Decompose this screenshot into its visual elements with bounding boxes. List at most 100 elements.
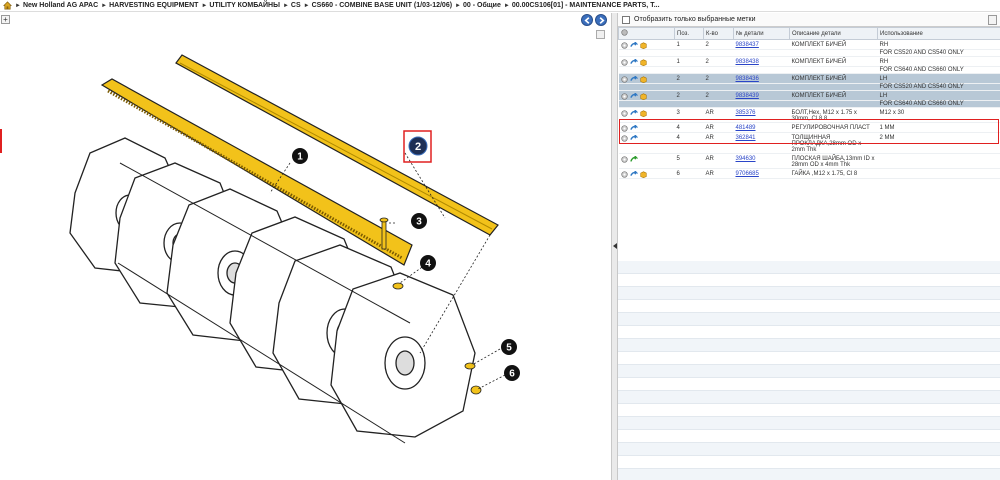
callout-6[interactable]: 6 bbox=[504, 365, 520, 381]
replacement-arrow-icon[interactable] bbox=[629, 156, 638, 163]
table-row[interactable]: 5 AR 394630 ПЛОСКАЯ ШАЙБА,13mm ID x 28mm OD… bbox=[618, 153, 1000, 170]
svg-text:3: 3 bbox=[416, 217, 422, 228]
cell-part-number: 9838438 bbox=[733, 56, 790, 68]
header-qty[interactable]: К-во bbox=[703, 27, 734, 40]
part-number-link[interactable]: 9838437 bbox=[736, 42, 759, 48]
part-number-link[interactable]: 9838439 bbox=[736, 93, 759, 99]
empty-row bbox=[618, 430, 1000, 443]
breadcrumb-item[interactable]: CS bbox=[291, 2, 301, 9]
add-to-cart-box-icon[interactable] bbox=[639, 171, 647, 179]
cell-description: КОМПЛЕКТ БИЧЕЙ bbox=[789, 56, 878, 68]
add-to-cart-box-icon[interactable] bbox=[639, 59, 647, 67]
table-row[interactable]: 1 2 9838437 КОМПЛЕКТ БИЧЕЙ RH bbox=[618, 39, 1000, 51]
part-number-link[interactable]: 362841 bbox=[736, 135, 756, 141]
link-arrow-icon[interactable] bbox=[629, 93, 638, 100]
expand-icon[interactable]: + bbox=[1, 15, 10, 24]
cell-qty: 2 bbox=[703, 90, 734, 102]
breadcrumb-item[interactable]: UTILITY КОМБАЙНЫ bbox=[209, 2, 280, 9]
callout-3[interactable]: 3 bbox=[411, 213, 427, 229]
gear-icon[interactable] bbox=[620, 110, 628, 117]
breadcrumb-item[interactable]: New Holland AG APAC bbox=[23, 2, 98, 9]
breadcrumb-item[interactable]: CS660 - COMBINE BASE UNIT (1/03-12/06) bbox=[312, 2, 452, 9]
callout-1[interactable]: 1 bbox=[292, 148, 308, 164]
row-icons bbox=[618, 107, 675, 124]
parts-catalog-window: ► New Holland AG APAC ► HARVESTING EQUIPME… bbox=[0, 0, 1000, 480]
header-description[interactable]: Описание детали bbox=[789, 27, 878, 40]
header-pos[interactable]: Поз. bbox=[674, 27, 704, 40]
part-number-link[interactable]: 385376 bbox=[736, 110, 756, 116]
table-row[interactable]: 4 AR 362841 ТОЛЩИННАЯ ПРОКЛАДКА,28mm OD x 2… bbox=[618, 132, 1000, 155]
table-row[interactable]: 4 AR 481489 РЕГУЛИРОВОЧНАЯ ПЛАСТ 1 MM bbox=[618, 122, 1000, 134]
table-row[interactable]: 2 2 9838439 КОМПЛЕКТ БИЧЕЙ LH bbox=[618, 90, 1000, 102]
table-row[interactable]: 2 2 9838436 КОМПЛЕКТ БИЧЕЙ LH bbox=[618, 73, 1000, 85]
header-usage[interactable]: Использование bbox=[877, 27, 1000, 40]
empty-row bbox=[618, 287, 1000, 300]
callout-5[interactable]: 5 bbox=[501, 339, 517, 355]
add-to-cart-box-icon[interactable] bbox=[639, 110, 647, 118]
cell-usage: RH bbox=[877, 39, 1000, 51]
gear-icon[interactable] bbox=[620, 156, 628, 164]
callout-4[interactable]: 4 bbox=[420, 255, 436, 271]
cell-qty: 2 bbox=[703, 73, 734, 85]
breadcrumb-item[interactable]: 00.00CS106[01] - MAINTENANCE PARTS, T... bbox=[512, 2, 660, 9]
cell-part-number: 385376 bbox=[733, 107, 790, 124]
collapse-arrow-icon[interactable] bbox=[613, 243, 617, 249]
empty-row bbox=[618, 378, 1000, 391]
link-arrow-icon[interactable] bbox=[629, 125, 638, 132]
breadcrumb-item[interactable]: 00 - Общие bbox=[463, 2, 501, 9]
link-arrow-icon[interactable] bbox=[629, 135, 638, 142]
add-to-cart-box-icon[interactable] bbox=[639, 76, 647, 84]
diagram-toolbar: + bbox=[0, 13, 611, 27]
empty-row bbox=[618, 352, 1000, 365]
part-number-link[interactable]: 481489 bbox=[736, 125, 756, 131]
document-icon[interactable] bbox=[988, 14, 997, 25]
panel-splitter[interactable] bbox=[611, 13, 618, 480]
empty-row bbox=[618, 469, 1000, 480]
gear-icon[interactable] bbox=[620, 76, 628, 83]
table-row-usage-note: FOR CS520 AND CS540 ONLY bbox=[618, 83, 1000, 92]
gear-icon[interactable] bbox=[620, 93, 628, 100]
cell-qty: 2 bbox=[703, 39, 734, 51]
cell-qty: AR bbox=[703, 168, 734, 180]
gear-icon[interactable] bbox=[620, 42, 628, 49]
previous-page-button[interactable] bbox=[581, 14, 593, 26]
empty-rows bbox=[618, 261, 1000, 480]
gear-icon[interactable] bbox=[620, 135, 628, 143]
link-arrow-icon[interactable] bbox=[629, 76, 638, 83]
show-selected-checkbox[interactable] bbox=[622, 15, 630, 24]
row-icons bbox=[618, 73, 675, 85]
cell-pos: 1 bbox=[674, 56, 704, 68]
add-to-cart-box-icon[interactable] bbox=[639, 93, 647, 101]
link-arrow-icon[interactable] bbox=[629, 171, 638, 178]
cell-description: БОЛТ,Hex, M12 x 1.75 x 30mm, Cl 8.8 bbox=[789, 107, 878, 124]
table-row[interactable]: 3 AR 385376 БОЛТ,Hex, M12 x 1.75 x 30mm, Cl… bbox=[618, 107, 1000, 124]
part-number-link[interactable]: 9838438 bbox=[736, 59, 759, 65]
part-number-link[interactable]: 9706685 bbox=[736, 171, 759, 177]
cell-qty: AR bbox=[703, 107, 734, 124]
next-page-button[interactable] bbox=[595, 14, 607, 26]
row-icons bbox=[618, 39, 675, 51]
link-arrow-icon[interactable] bbox=[629, 42, 638, 49]
table-row[interactable]: 1 2 9838438 КОМПЛЕКТ БИЧЕЙ RH bbox=[618, 56, 1000, 68]
header-part-number[interactable]: № детали bbox=[733, 27, 790, 40]
row-icons bbox=[618, 122, 675, 134]
cell-part-number: 9838437 bbox=[733, 39, 790, 51]
breadcrumb-item[interactable]: HARVESTING EQUIPMENT bbox=[109, 2, 198, 9]
cell-qty: AR bbox=[703, 132, 734, 155]
part-number-link[interactable]: 9838436 bbox=[736, 76, 759, 82]
empty-row bbox=[618, 404, 1000, 417]
gear-icon[interactable] bbox=[620, 171, 628, 179]
parts-list-panel: Отобразить только выбранные метки Поз. К… bbox=[618, 13, 1000, 480]
add-to-cart-box-icon[interactable] bbox=[639, 42, 647, 49]
gear-icon[interactable] bbox=[620, 125, 628, 132]
cell-part-number: 9838439 bbox=[733, 90, 790, 102]
empty-row bbox=[618, 313, 1000, 326]
gear-icon[interactable] bbox=[620, 59, 628, 66]
table-row[interactable]: 6 AR 9706685 ГАЙКА ,M12 x 1.75, Cl 8 bbox=[618, 168, 1000, 180]
home-icon[interactable] bbox=[3, 1, 12, 10]
link-arrow-icon[interactable] bbox=[629, 59, 638, 66]
link-arrow-icon[interactable] bbox=[629, 110, 638, 117]
part-number-link[interactable]: 394630 bbox=[736, 156, 756, 162]
cell-usage: LH bbox=[877, 90, 1000, 102]
cell-usage: M12 x 30 bbox=[877, 107, 1000, 124]
